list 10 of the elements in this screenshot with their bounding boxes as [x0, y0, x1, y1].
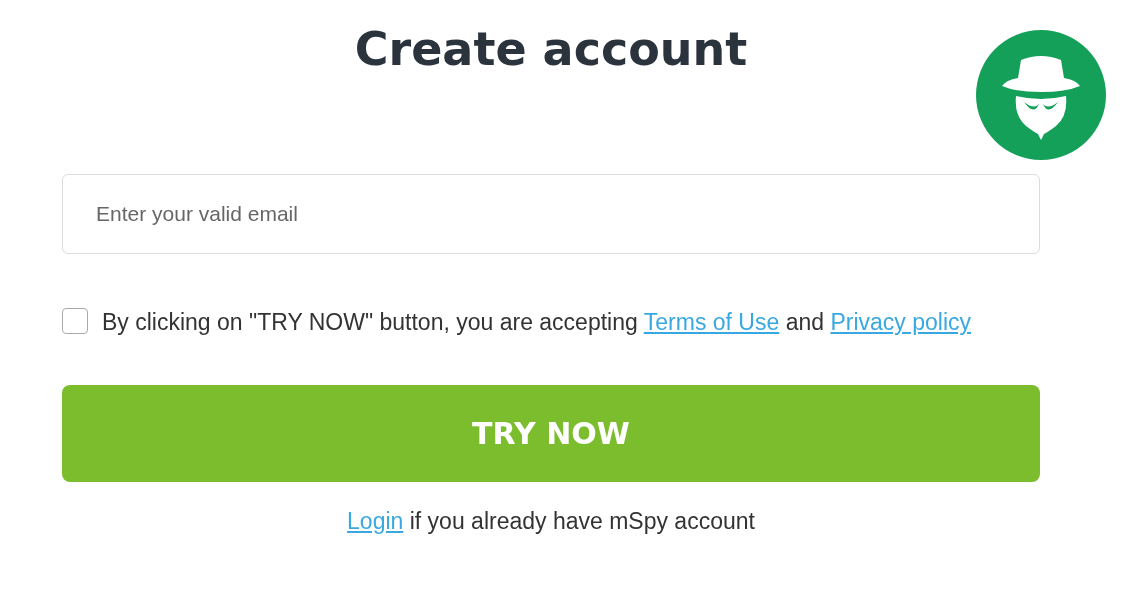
page-title: Create account	[354, 22, 748, 76]
login-text: Login if you already have mSpy account	[346, 508, 756, 535]
email-field[interactable]: Enter your valid email	[62, 174, 1040, 254]
consent-link[interactable]: Privacy policy	[830, 309, 971, 335]
consent-text: By clicking on "TRY NOW" button, you are accepting Terms of Use and Privacy policy	[102, 308, 972, 337]
spy-logo-icon	[976, 30, 1106, 160]
consent-link[interactable]: Terms of Use	[643, 309, 780, 335]
consent-checkbox[interactable]	[62, 308, 88, 334]
try-now-button[interactable]: TRY NOW	[62, 385, 1040, 482]
login-link[interactable]: Login	[347, 508, 404, 534]
